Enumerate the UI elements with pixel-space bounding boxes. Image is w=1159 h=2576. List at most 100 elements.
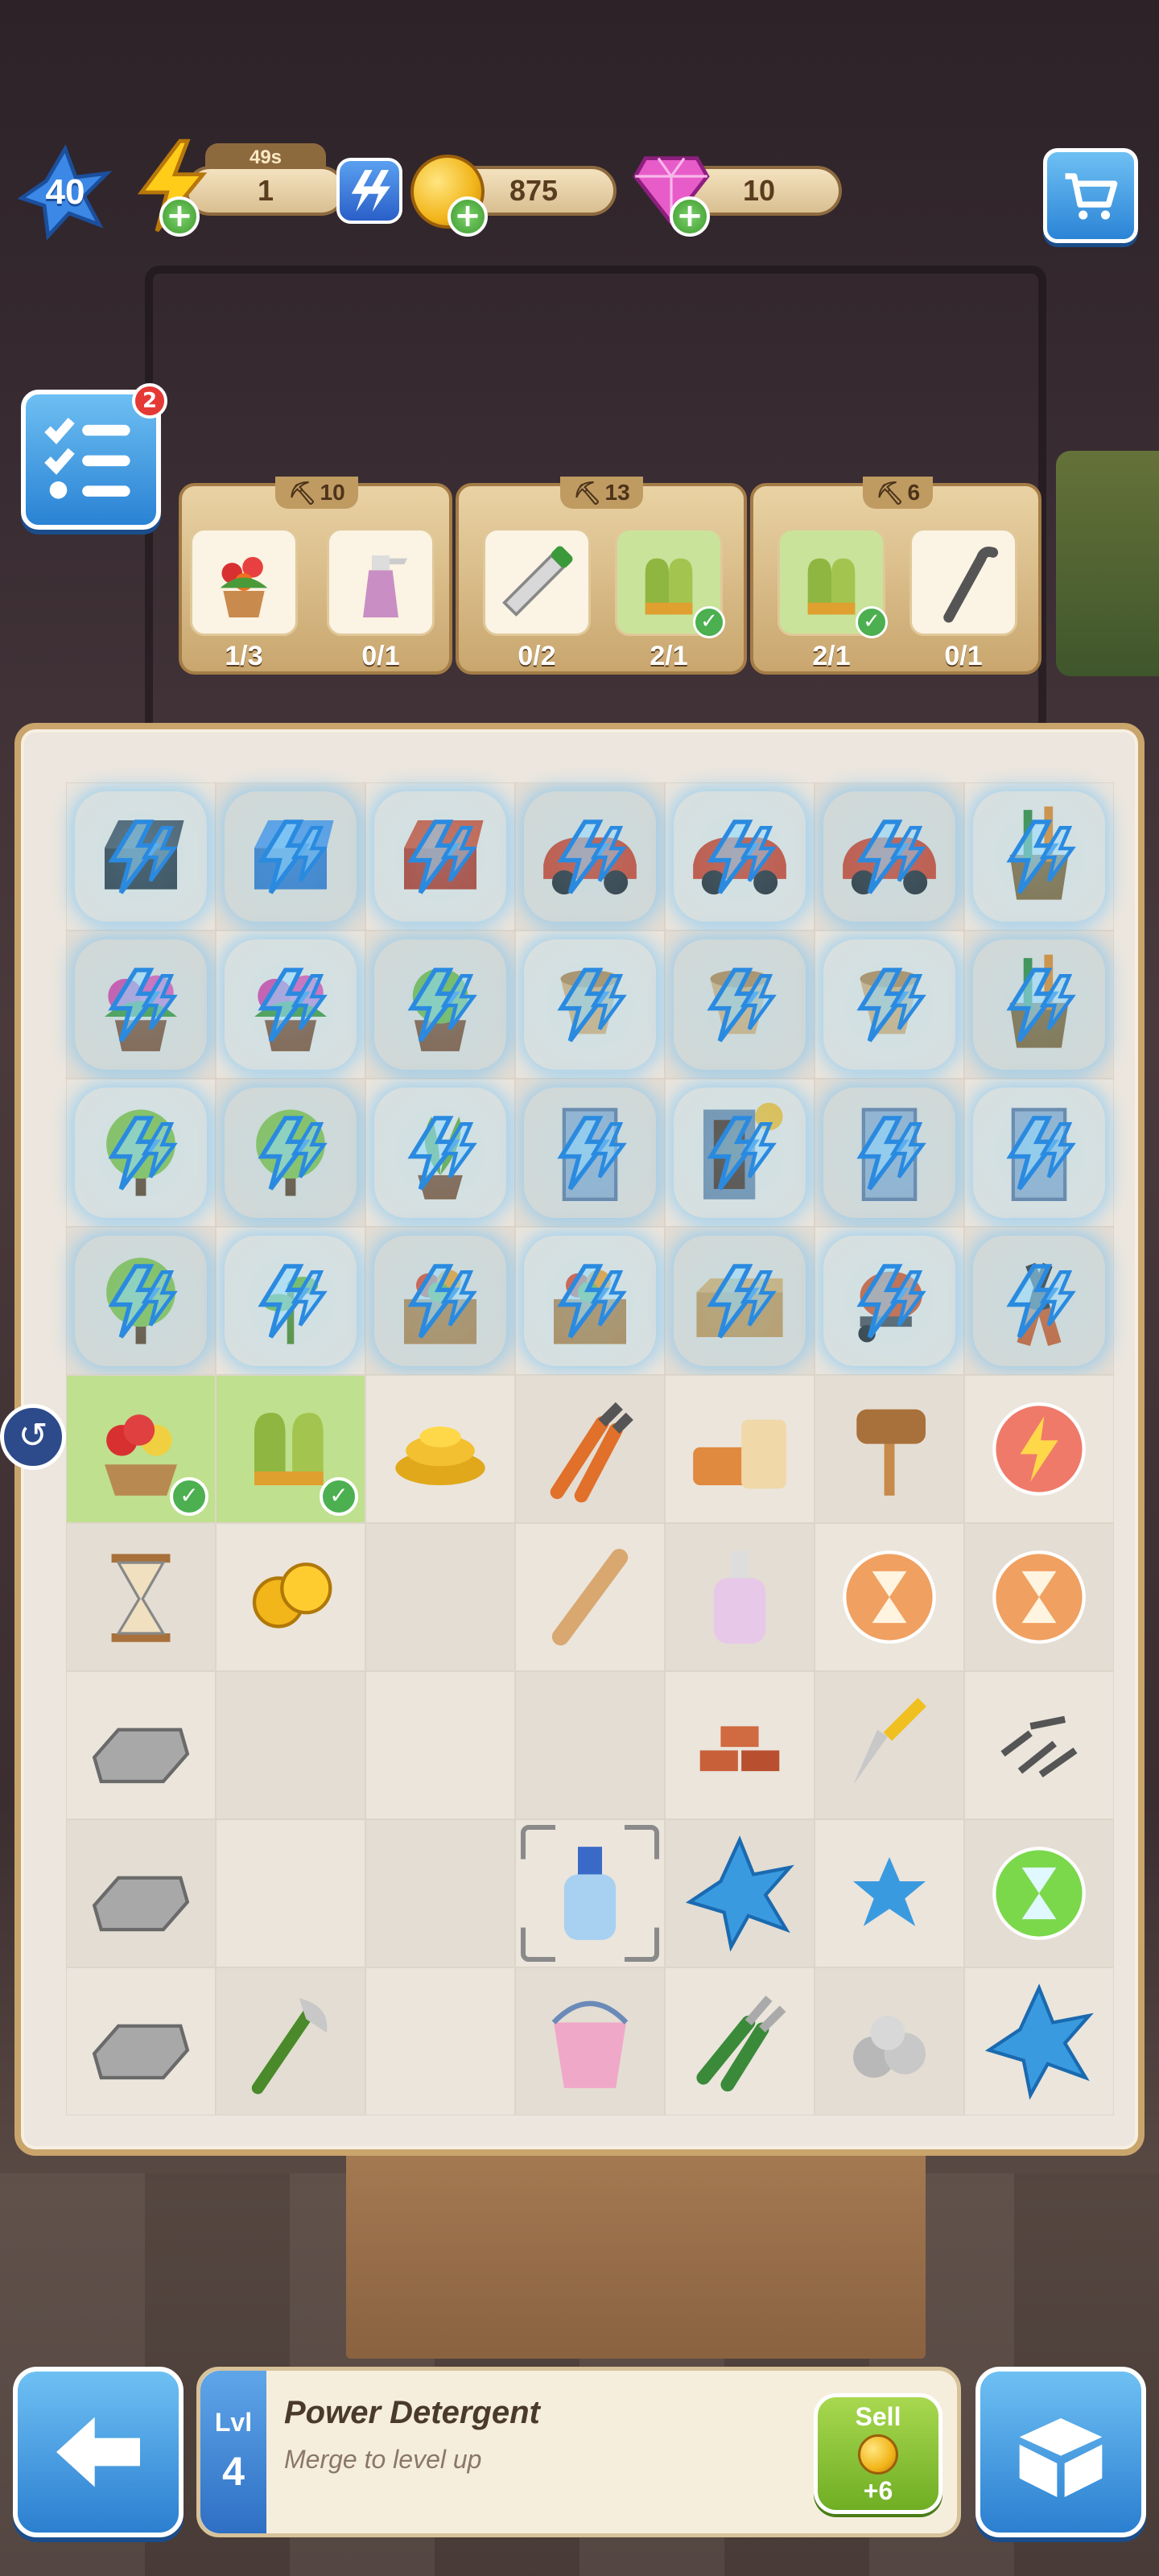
pruning-shears-icon[interactable] bbox=[679, 1981, 800, 2102]
board-cell[interactable] bbox=[365, 1079, 515, 1227]
order-item-spray-bottle[interactable] bbox=[327, 528, 435, 636]
soap-bottle-icon[interactable] bbox=[679, 1537, 800, 1657]
order-item-crowbar[interactable] bbox=[909, 528, 1017, 636]
add-energy-button[interactable]: + bbox=[159, 196, 200, 237]
board-cell[interactable] bbox=[665, 931, 815, 1079]
board-cell[interactable] bbox=[964, 1375, 1114, 1523]
stone-tile-icon[interactable] bbox=[80, 1833, 201, 1954]
rocks-icon[interactable] bbox=[829, 1981, 950, 2102]
board-cell[interactable] bbox=[66, 782, 216, 931]
board-cell[interactable] bbox=[665, 1671, 815, 1819]
add-coins-button[interactable]: + bbox=[448, 196, 488, 237]
offscreen-order-peek[interactable] bbox=[1056, 451, 1159, 676]
board-cell[interactable] bbox=[515, 931, 665, 1079]
board-cell[interactable] bbox=[815, 1671, 964, 1819]
order-card[interactable]: ⛏ 10 1/3 0/1 bbox=[179, 477, 452, 675]
board-cell[interactable] bbox=[66, 1819, 216, 1967]
board-cell[interactable] bbox=[815, 1967, 964, 2116]
board-cell[interactable] bbox=[515, 1967, 665, 2116]
board-cell[interactable] bbox=[515, 1375, 665, 1523]
blue-star-small-icon[interactable] bbox=[829, 1833, 950, 1954]
stone-tile-icon[interactable] bbox=[80, 1685, 201, 1806]
order-item-flower-pot[interactable] bbox=[190, 528, 298, 636]
board-cell[interactable] bbox=[365, 931, 515, 1079]
board-cell[interactable] bbox=[815, 1819, 964, 1967]
board-cell[interactable] bbox=[365, 1523, 515, 1671]
board-cell[interactable] bbox=[515, 1523, 665, 1671]
recorder-flute-icon[interactable] bbox=[530, 1537, 650, 1657]
board-cell[interactable] bbox=[964, 1967, 1114, 2116]
board-cell[interactable] bbox=[66, 1523, 216, 1671]
board-cell[interactable] bbox=[515, 1227, 665, 1375]
board-cell[interactable] bbox=[216, 931, 365, 1079]
board-cell[interactable] bbox=[66, 1227, 216, 1375]
order-item-gloves[interactable]: ✓ bbox=[615, 528, 725, 638]
blue-star-large-icon[interactable] bbox=[979, 1981, 1099, 2102]
bricks-icon[interactable] bbox=[679, 1685, 800, 1806]
energy-boost-button[interactable] bbox=[336, 158, 402, 224]
board-cell[interactable] bbox=[815, 782, 964, 931]
order-item-saw[interactable] bbox=[483, 528, 591, 636]
board-cell[interactable]: ✓ bbox=[216, 1375, 365, 1523]
board-cell[interactable] bbox=[66, 1671, 216, 1819]
board-cell[interactable] bbox=[815, 1523, 964, 1671]
board-cell[interactable] bbox=[964, 1671, 1114, 1819]
board-cell[interactable] bbox=[365, 1967, 515, 2116]
board-cell[interactable] bbox=[665, 1079, 815, 1227]
order-card[interactable]: ⛏ 6 ✓ 2/1 0/1 bbox=[750, 477, 1041, 675]
board-cell[interactable] bbox=[365, 782, 515, 931]
sell-button[interactable]: Sell +6 bbox=[814, 2393, 942, 2514]
board-cell[interactable] bbox=[665, 1819, 815, 1967]
coins-icon[interactable] bbox=[230, 1537, 351, 1657]
board-cell[interactable] bbox=[365, 1819, 515, 1967]
inventory-button[interactable] bbox=[975, 2367, 1146, 2537]
board-cell[interactable] bbox=[964, 1227, 1114, 1375]
board-cell[interactable] bbox=[216, 1967, 365, 2116]
board-cell[interactable] bbox=[216, 1079, 365, 1227]
board-cell[interactable] bbox=[216, 1671, 365, 1819]
board-cell[interactable] bbox=[66, 1079, 216, 1227]
back-button[interactable] bbox=[13, 2367, 184, 2537]
board-cell[interactable] bbox=[815, 1375, 964, 1523]
bucket-icon[interactable] bbox=[530, 1981, 650, 2102]
board-cell[interactable] bbox=[515, 782, 665, 931]
bricks-bag-icon[interactable] bbox=[679, 1389, 800, 1509]
board-cell[interactable] bbox=[365, 1227, 515, 1375]
board-cell[interactable] bbox=[515, 1671, 665, 1819]
board-cell[interactable]: ✓ bbox=[66, 1375, 216, 1523]
board-cell[interactable] bbox=[216, 1523, 365, 1671]
board-cell[interactable] bbox=[216, 1819, 365, 1967]
hourglass-orb-green-icon[interactable] bbox=[979, 1833, 1099, 1954]
board-cell[interactable] bbox=[964, 1819, 1114, 1967]
hourglass-orb-icon[interactable] bbox=[829, 1537, 950, 1657]
board-cell[interactable] bbox=[665, 782, 815, 931]
board-cell[interactable] bbox=[964, 782, 1114, 931]
board-cell[interactable] bbox=[515, 1079, 665, 1227]
board-cell[interactable] bbox=[66, 931, 216, 1079]
pliers-orange-icon[interactable] bbox=[530, 1389, 650, 1509]
board-cell[interactable] bbox=[515, 1819, 665, 1967]
board-cell[interactable] bbox=[665, 1967, 815, 2116]
hourglass-orb-icon[interactable] bbox=[979, 1537, 1099, 1657]
board-cell[interactable] bbox=[665, 1523, 815, 1671]
order-item-gloves[interactable]: ✓ bbox=[777, 528, 888, 638]
board-cell[interactable] bbox=[216, 782, 365, 931]
quest-list-button[interactable]: 2 bbox=[21, 383, 167, 530]
board-cell[interactable] bbox=[964, 1523, 1114, 1671]
blue-star-large-icon[interactable] bbox=[679, 1833, 800, 1954]
add-gems-button[interactable]: + bbox=[670, 196, 710, 237]
board-cell[interactable] bbox=[815, 1227, 964, 1375]
board-cell[interactable] bbox=[365, 1671, 515, 1819]
board-cell[interactable] bbox=[365, 1375, 515, 1523]
player-level-badge[interactable]: 40 bbox=[17, 144, 113, 241]
coin-pile-icon[interactable] bbox=[380, 1389, 501, 1509]
magnet-button[interactable]: ↺ bbox=[0, 1404, 66, 1470]
board-cell[interactable] bbox=[964, 931, 1114, 1079]
shop-button[interactable] bbox=[1043, 148, 1138, 243]
energy-orb-icon[interactable] bbox=[979, 1389, 1099, 1509]
board-cell[interactable] bbox=[66, 1967, 216, 2116]
mallet-icon[interactable] bbox=[829, 1389, 950, 1509]
board-cell[interactable] bbox=[815, 931, 964, 1079]
board-cell[interactable] bbox=[665, 1227, 815, 1375]
board-cell[interactable] bbox=[216, 1227, 365, 1375]
